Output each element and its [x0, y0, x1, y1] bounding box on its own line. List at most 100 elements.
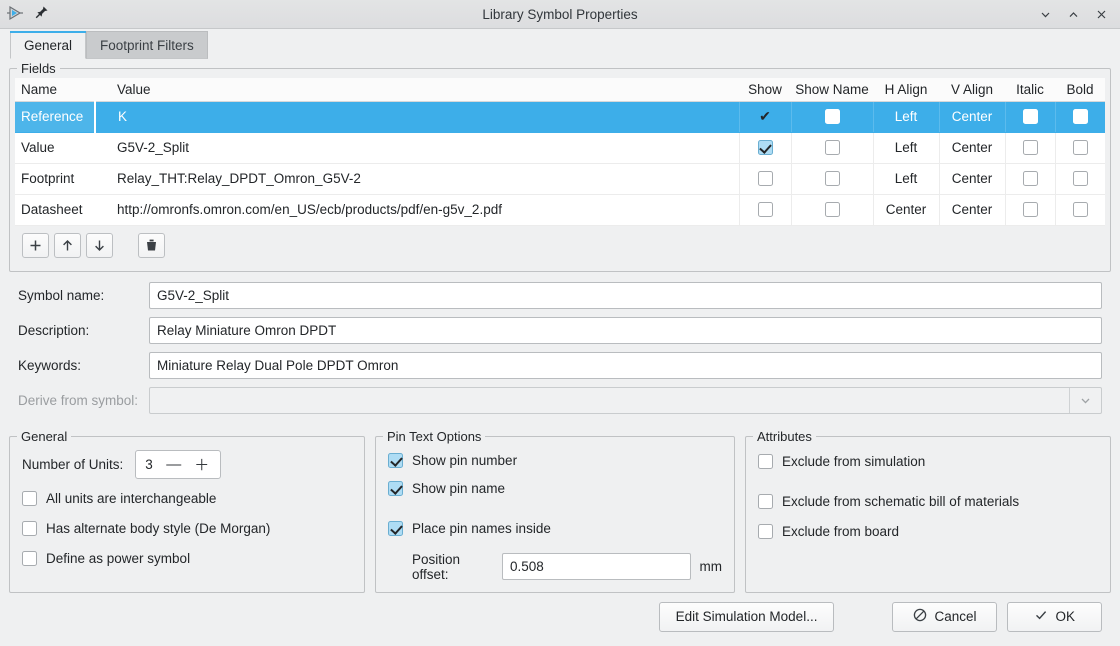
- general-checkbox-2[interactable]: [22, 551, 37, 566]
- show-name-checkbox[interactable]: [825, 109, 840, 124]
- italic-checkbox[interactable]: [1023, 171, 1038, 186]
- chevron-down-icon[interactable]: [1069, 388, 1101, 413]
- italic-checkbox[interactable]: [1023, 140, 1038, 155]
- italic-checkbox[interactable]: [1023, 202, 1038, 217]
- field-value-cell[interactable]: K: [95, 101, 739, 132]
- pin-text-checkbox-1[interactable]: [388, 481, 403, 496]
- column-header-show-name[interactable]: Show Name: [791, 78, 873, 101]
- bold-checkbox[interactable]: [1073, 109, 1088, 124]
- general-checkbox-row[interactable]: Define as power symbol: [22, 544, 352, 574]
- v-align-cell[interactable]: Center: [939, 101, 1005, 132]
- column-header-h-align[interactable]: H Align: [873, 78, 939, 101]
- attribute-checkbox-0[interactable]: [758, 454, 773, 469]
- attribute-checkbox-1[interactable]: [758, 494, 773, 509]
- v-align-cell[interactable]: Center: [939, 194, 1005, 225]
- field-name-cell[interactable]: Datasheet: [15, 194, 95, 225]
- bold-checkbox[interactable]: [1073, 171, 1088, 186]
- field-value-cell[interactable]: G5V-2_Split: [95, 132, 739, 163]
- bold-cell[interactable]: [1055, 163, 1105, 194]
- show-name-checkbox[interactable]: [825, 202, 840, 217]
- stepper-increment-icon[interactable]: ＋: [192, 454, 211, 475]
- attribute-checkbox-row[interactable]: Exclude from schematic bill of materials: [758, 487, 1098, 517]
- pin-text-checkbox-row[interactable]: Show pin name: [388, 475, 722, 503]
- italic-cell[interactable]: [1005, 132, 1055, 163]
- add-field-button[interactable]: [22, 233, 49, 258]
- keywords-input[interactable]: Miniature Relay Dual Pole DPDT Omron: [149, 352, 1102, 379]
- table-row[interactable]: Datasheethttp://omronfs.omron.com/en_US/…: [15, 194, 1105, 225]
- table-row[interactable]: ValueG5V-2_Split LeftCenter: [15, 132, 1105, 163]
- field-value-cell[interactable]: http://omronfs.omron.com/en_US/ecb/produ…: [95, 194, 739, 225]
- tab-general[interactable]: General: [10, 31, 86, 59]
- attribute-checkbox-row[interactable]: Exclude from simulation: [758, 447, 1098, 477]
- pin-text-checkbox-0[interactable]: [388, 453, 403, 468]
- table-row[interactable]: ReferenceK ✔ LeftCenter: [15, 101, 1105, 132]
- column-header-bold[interactable]: Bold: [1055, 78, 1105, 101]
- description-input[interactable]: Relay Miniature Omron DPDT: [149, 317, 1102, 344]
- general-checkbox-1[interactable]: [22, 521, 37, 536]
- pushpin-icon[interactable]: [34, 5, 49, 23]
- show-name-cell[interactable]: [791, 163, 873, 194]
- attribute-checkbox-row[interactable]: Exclude from board: [758, 517, 1098, 547]
- column-header-name[interactable]: Name: [15, 78, 95, 101]
- check-icon: ✔: [759, 109, 771, 123]
- italic-cell[interactable]: [1005, 101, 1055, 132]
- column-header-show[interactable]: Show: [739, 78, 791, 101]
- show-name-cell[interactable]: [791, 194, 873, 225]
- field-name-cell[interactable]: Value: [15, 132, 95, 163]
- delete-field-button[interactable]: [138, 233, 165, 258]
- position-offset-input[interactable]: 0.508: [502, 553, 690, 580]
- h-align-cell[interactable]: Left: [873, 132, 939, 163]
- cancel-button[interactable]: Cancel: [892, 602, 997, 632]
- v-align-cell[interactable]: Center: [939, 132, 1005, 163]
- pin-text-checkbox-2[interactable]: [388, 521, 403, 536]
- show-checkbox[interactable]: [758, 171, 773, 186]
- bold-cell[interactable]: [1055, 101, 1105, 132]
- field-value-cell[interactable]: Relay_THT:Relay_DPDT_Omron_G5V-2: [95, 163, 739, 194]
- show-cell[interactable]: ✔: [739, 101, 791, 132]
- general-checkbox-row[interactable]: Has alternate body style (De Morgan): [22, 514, 352, 544]
- show-checkbox[interactable]: [758, 202, 773, 217]
- general-checkbox-0[interactable]: [22, 491, 37, 506]
- close-icon[interactable]: [1094, 7, 1108, 21]
- show-name-cell[interactable]: [791, 132, 873, 163]
- italic-cell[interactable]: [1005, 194, 1055, 225]
- italic-checkbox[interactable]: [1023, 109, 1038, 124]
- italic-cell[interactable]: [1005, 163, 1055, 194]
- show-name-checkbox[interactable]: [825, 140, 840, 155]
- minimize-icon[interactable]: [1038, 7, 1052, 21]
- pin-text-checkbox-row[interactable]: Show pin number: [388, 447, 722, 475]
- general-checkbox-row[interactable]: All units are interchangeable: [22, 484, 352, 514]
- maximize-icon[interactable]: [1066, 7, 1080, 21]
- derive-from-symbol-combo[interactable]: [149, 387, 1102, 414]
- field-name-cell[interactable]: Footprint: [15, 163, 95, 194]
- table-row[interactable]: FootprintRelay_THT:Relay_DPDT_Omron_G5V-…: [15, 163, 1105, 194]
- number-of-units-stepper[interactable]: 3 — ＋: [135, 450, 221, 479]
- show-cell[interactable]: [739, 132, 791, 163]
- v-align-cell[interactable]: Center: [939, 163, 1005, 194]
- pin-text-checkbox-row[interactable]: Place pin names inside: [388, 515, 722, 543]
- show-name-cell[interactable]: [791, 101, 873, 132]
- show-name-checkbox[interactable]: [825, 171, 840, 186]
- tab-footprint-filters[interactable]: Footprint Filters: [86, 31, 208, 59]
- move-field-up-button[interactable]: [54, 233, 81, 258]
- field-name-cell[interactable]: Reference: [15, 101, 95, 132]
- edit-simulation-model-button[interactable]: Edit Simulation Model...: [659, 602, 835, 632]
- show-cell[interactable]: [739, 163, 791, 194]
- symbol-name-input[interactable]: G5V-2_Split: [149, 282, 1102, 309]
- column-header-italic[interactable]: Italic: [1005, 78, 1055, 101]
- bold-cell[interactable]: [1055, 194, 1105, 225]
- ok-button[interactable]: OK: [1007, 602, 1102, 632]
- move-field-down-button[interactable]: [86, 233, 113, 258]
- h-align-cell[interactable]: Center: [873, 194, 939, 225]
- stepper-decrement-icon[interactable]: —: [164, 456, 183, 473]
- attribute-checkbox-2[interactable]: [758, 524, 773, 539]
- show-checkbox[interactable]: [758, 140, 773, 155]
- bold-checkbox[interactable]: [1073, 202, 1088, 217]
- bold-checkbox[interactable]: [1073, 140, 1088, 155]
- h-align-cell[interactable]: Left: [873, 101, 939, 132]
- h-align-cell[interactable]: Left: [873, 163, 939, 194]
- show-cell[interactable]: [739, 194, 791, 225]
- column-header-v-align[interactable]: V Align: [939, 78, 1005, 101]
- column-header-value[interactable]: Value: [95, 78, 739, 101]
- bold-cell[interactable]: [1055, 132, 1105, 163]
